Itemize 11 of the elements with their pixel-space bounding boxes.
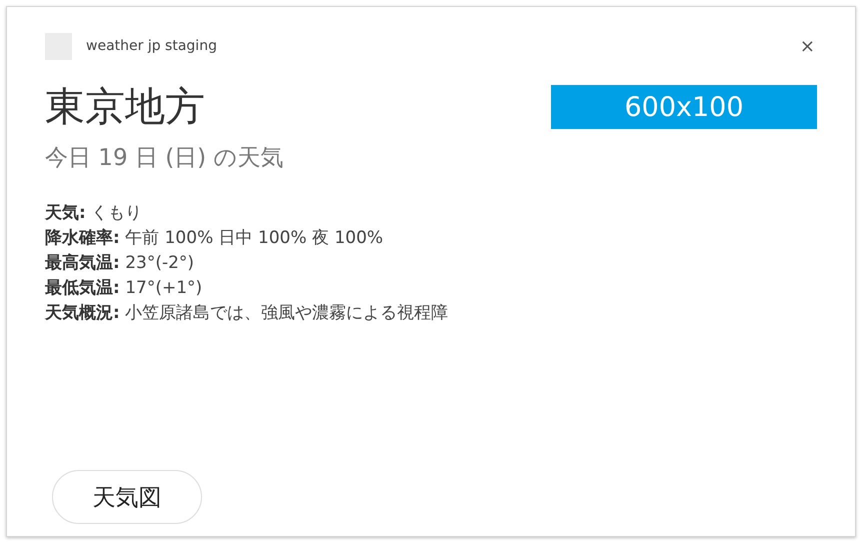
weather-detail: 天気: くもり xyxy=(45,202,144,225)
app-name: weather jp staging xyxy=(86,38,217,54)
weather-detail: 降水確率: 午前 100% 日中 100% 夜 100% xyxy=(45,227,384,250)
ad-banner: 600x100 xyxy=(551,85,817,129)
weather-detail: 天気概況: 小笠原諸島では、強風や濃霧による視程障 xyxy=(45,302,450,325)
weather-detail: 最低気温: 17°(+1°) xyxy=(45,277,204,300)
date-subtitle: 今日 19 日 (日) の天気 xyxy=(45,144,284,173)
region-title: 東京地方 xyxy=(45,83,206,131)
weather-detail: 最高気温: 23°(-2°) xyxy=(45,252,196,275)
close-button[interactable]: × xyxy=(798,36,817,56)
weather-map-button[interactable]: 天気図 xyxy=(52,470,202,524)
